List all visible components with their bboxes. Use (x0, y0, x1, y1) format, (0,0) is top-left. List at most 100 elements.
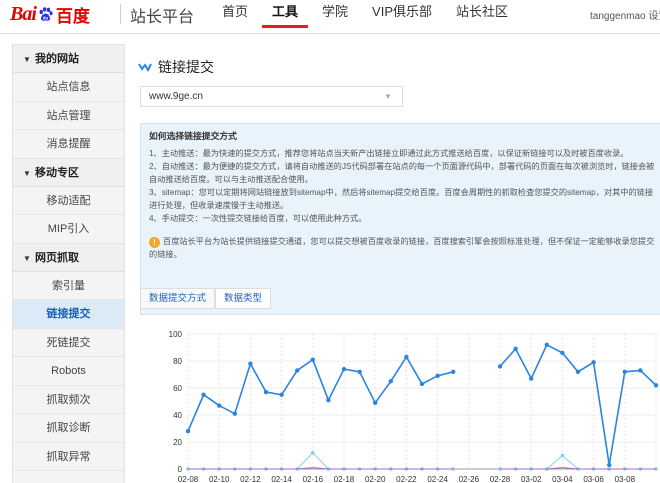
x-tick-label: 02-10 (209, 475, 230, 483)
sidebar-item[interactable]: 移动适配 (13, 187, 124, 215)
data-point (435, 373, 440, 379)
main-nav: 首页 工具 学院 VIP俱乐部 站长社区 (210, 0, 520, 34)
data-point (388, 379, 393, 384)
sidebar-item[interactable]: 抓取异常 (13, 443, 124, 471)
sidebar-item[interactable]: 死链提交 (13, 329, 124, 357)
user-link[interactable]: tanggenmao 设置 (590, 7, 660, 22)
data-point (311, 451, 315, 455)
x-tick-label: 02-26 (459, 475, 480, 483)
info-line: 进行处理，但收录速度慢于主动推送。 (149, 201, 289, 210)
info-line: 3、sitemap：您可以定期将网站链接放到sitemap中，然后将sitema… (149, 188, 654, 197)
sidebar-item[interactable]: 索引量 (13, 272, 124, 300)
data-point (560, 453, 565, 458)
y-tick-label: 80 (173, 357, 182, 366)
series-line (188, 467, 454, 470)
series-line (187, 355, 454, 432)
tab-data-type[interactable]: 数据类型 (215, 288, 272, 309)
x-tick-label: 02-14 (271, 475, 292, 483)
title-wave-icon (138, 63, 152, 72)
x-tick-label: 02-12 (240, 475, 261, 483)
header-divider (120, 4, 121, 24)
data-point (232, 411, 237, 416)
data-point (373, 400, 378, 406)
x-tick-label: 02-16 (303, 475, 324, 483)
data-point (591, 360, 596, 365)
data-point (513, 346, 518, 352)
site-select-value: www.9ge.cn (149, 91, 203, 102)
sidebar-item[interactable]: 抓取诊断 (13, 414, 124, 443)
x-tick-label: 03-04 (552, 475, 573, 483)
sidebar-group[interactable]: ▼ 我的网站 (13, 45, 124, 73)
x-tick-label: 02-20 (365, 475, 386, 483)
info-panel: 如何选择链接提交方式 1、主动推送：最为快速的提交方式，推荐您将站点当天新产出链… (140, 123, 660, 315)
sidebar-group-label: 我的网站 (35, 53, 79, 65)
site-name: 站长平台 (130, 9, 195, 26)
nav-item[interactable]: VIP俱乐部 (360, 0, 444, 34)
sidebar-group-label: 移动专区 (35, 166, 79, 179)
app-window: Bai du 百度 站长平台 首页 工具 学院 VIP俱乐部 站长社区 tanggenm… (0, 0, 660, 483)
paw-icon: du (37, 6, 54, 23)
x-tick-label: 02-22 (396, 475, 417, 483)
site-select[interactable]: www.9ge.cn ▼ (140, 86, 403, 107)
sidebar-item[interactable]: 消息提醒 (13, 130, 124, 159)
tab-submit-method[interactable]: 数据提交方式 (140, 288, 216, 309)
info-line: 2、自动推送：最为便捷的提交方式，请将自动推送的JS代码部署在站点的每一个页面源… (149, 162, 655, 171)
data-point (404, 354, 409, 360)
page-title: 链接提交 (138, 57, 214, 77)
data-point (279, 392, 284, 397)
data-point (326, 397, 331, 403)
x-tick-label: 02-18 (334, 475, 355, 483)
sidebar-group[interactable]: ▼ 网页抓取 (13, 243, 124, 272)
svg-text:du: du (43, 15, 49, 20)
data-point (201, 392, 206, 397)
info-line: 4、手动提交：一次性提交链接给百度，可以使用此种方式。 (149, 214, 367, 223)
chevron-down-icon: ▼ (384, 92, 392, 101)
data-point (638, 368, 643, 373)
sidebar-group-label: 网页抓取 (35, 251, 79, 264)
chart-tabs: 数据提交方式 数据类型 (140, 288, 272, 309)
sidebar-item[interactable]: 站点管理 (13, 102, 124, 130)
data-point (295, 368, 300, 373)
data-point (310, 357, 315, 362)
series-line (500, 454, 656, 470)
data-point (607, 462, 612, 468)
sidebar-item[interactable]: 抓取频次 (13, 386, 124, 414)
sidebar-item[interactable]: Robots (13, 357, 124, 386)
triangle-down-icon: ▼ (23, 253, 31, 263)
data-point (185, 429, 191, 434)
logo-text-cn: 百度 (55, 6, 90, 26)
nav-item[interactable]: 首页 (210, 0, 260, 34)
baidu-logo[interactable]: Bai du 百度 (10, 3, 90, 26)
submission-chart: 100 80 60 40 20 002-08 02-10 02-12 02-14 02-16 02-… (169, 330, 659, 483)
sidebar-item[interactable]: 站点信息 (13, 73, 124, 102)
x-tick-label: 03-06 (583, 475, 604, 483)
y-tick-label: 40 (173, 411, 182, 420)
sidebar-group[interactable]: ▼ 移动专区 (13, 158, 124, 187)
notice: ! 百度站长平台为站长提供链接提交通道，您可以提交想被百度收录的链接，百度搜索引擎… (149, 235, 660, 261)
data-point (497, 364, 503, 369)
info-line: 自动推送给百度。可以与主动推送配合使用。 (149, 175, 313, 184)
data-point (529, 376, 534, 381)
sidebar-item[interactable]: 链接提交 (13, 300, 124, 329)
data-point (217, 403, 222, 408)
x-tick-label: 02-24 (427, 475, 448, 483)
nav-item[interactable]: 学院 (310, 0, 360, 34)
data-point (622, 369, 627, 374)
notice-line: 百度站长平台为站长提供链接提交通道，您可以提交想被百度收录的链接，百度搜索引擎会… (163, 237, 655, 246)
x-tick-label: 03-08 (615, 475, 636, 483)
nav-item[interactable]: 工具 (260, 0, 310, 34)
info-line: 1、主动推送：最为快速的提交方式，推荐您将站点当天新产出链接立即通过此方式推送给… (149, 149, 629, 158)
y-tick-label: 20 (173, 438, 182, 447)
info-title: 如何选择链接提交方式 (149, 131, 237, 141)
series-line (499, 343, 657, 466)
triangle-down-icon: ▼ (23, 168, 31, 178)
nav-item[interactable]: 站长社区 (444, 0, 520, 34)
data-point (451, 369, 456, 374)
warning-icon: ! (149, 237, 160, 248)
x-tick-label: 02-08 (178, 475, 199, 483)
y-tick-label: 0 (178, 465, 183, 474)
sidebar-item[interactable]: MIP引入 (13, 215, 124, 244)
y-tick-label: 100 (169, 330, 183, 339)
data-point (544, 342, 549, 347)
sidebar: ▼ 我的网站 站点信息 站点管理 消息提醒 ▼ 移动专区 移动适配 MIP引入 ▼ 网页抓取 索引量链… (12, 44, 125, 483)
